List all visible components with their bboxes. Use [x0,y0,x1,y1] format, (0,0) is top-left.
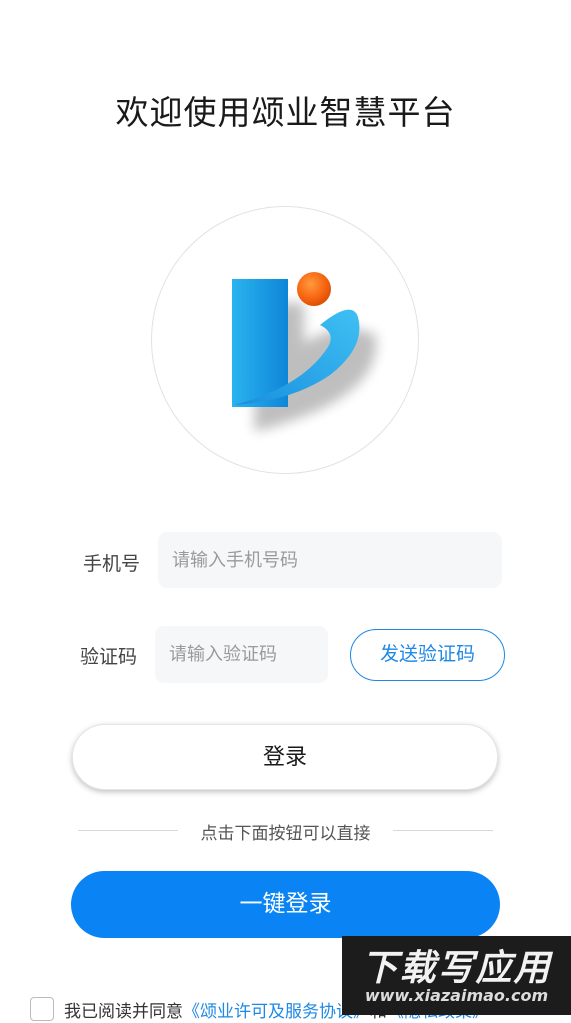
one-click-login-button[interactable]: 一键登录 [71,871,500,938]
watermark-url: www.xiazaimao.com [364,986,549,1005]
verification-code-input[interactable] [155,626,328,683]
watermark-title: 下载写应用 [361,948,552,989]
code-label: 验证码 [80,646,138,668]
divider-text: 点击下面按钮可以直接 [200,824,371,844]
agreement-prefix: 我已阅读并同意 [64,1002,183,1022]
send-code-button[interactable]: 发送验证码 [350,629,505,681]
phone-input[interactable] [158,532,502,588]
divider-right [393,830,493,831]
logo-container [151,206,419,474]
agreement-checkbox[interactable] [30,997,54,1021]
login-button[interactable]: 登录 [72,724,498,790]
phone-label: 手机号 [83,553,141,575]
app-logo-icon [232,272,377,431]
watermark-badge: 下载写应用 www.xiazaimao.com [342,936,571,1015]
page-title: 欢迎使用颂业智慧平台 [115,93,456,132]
